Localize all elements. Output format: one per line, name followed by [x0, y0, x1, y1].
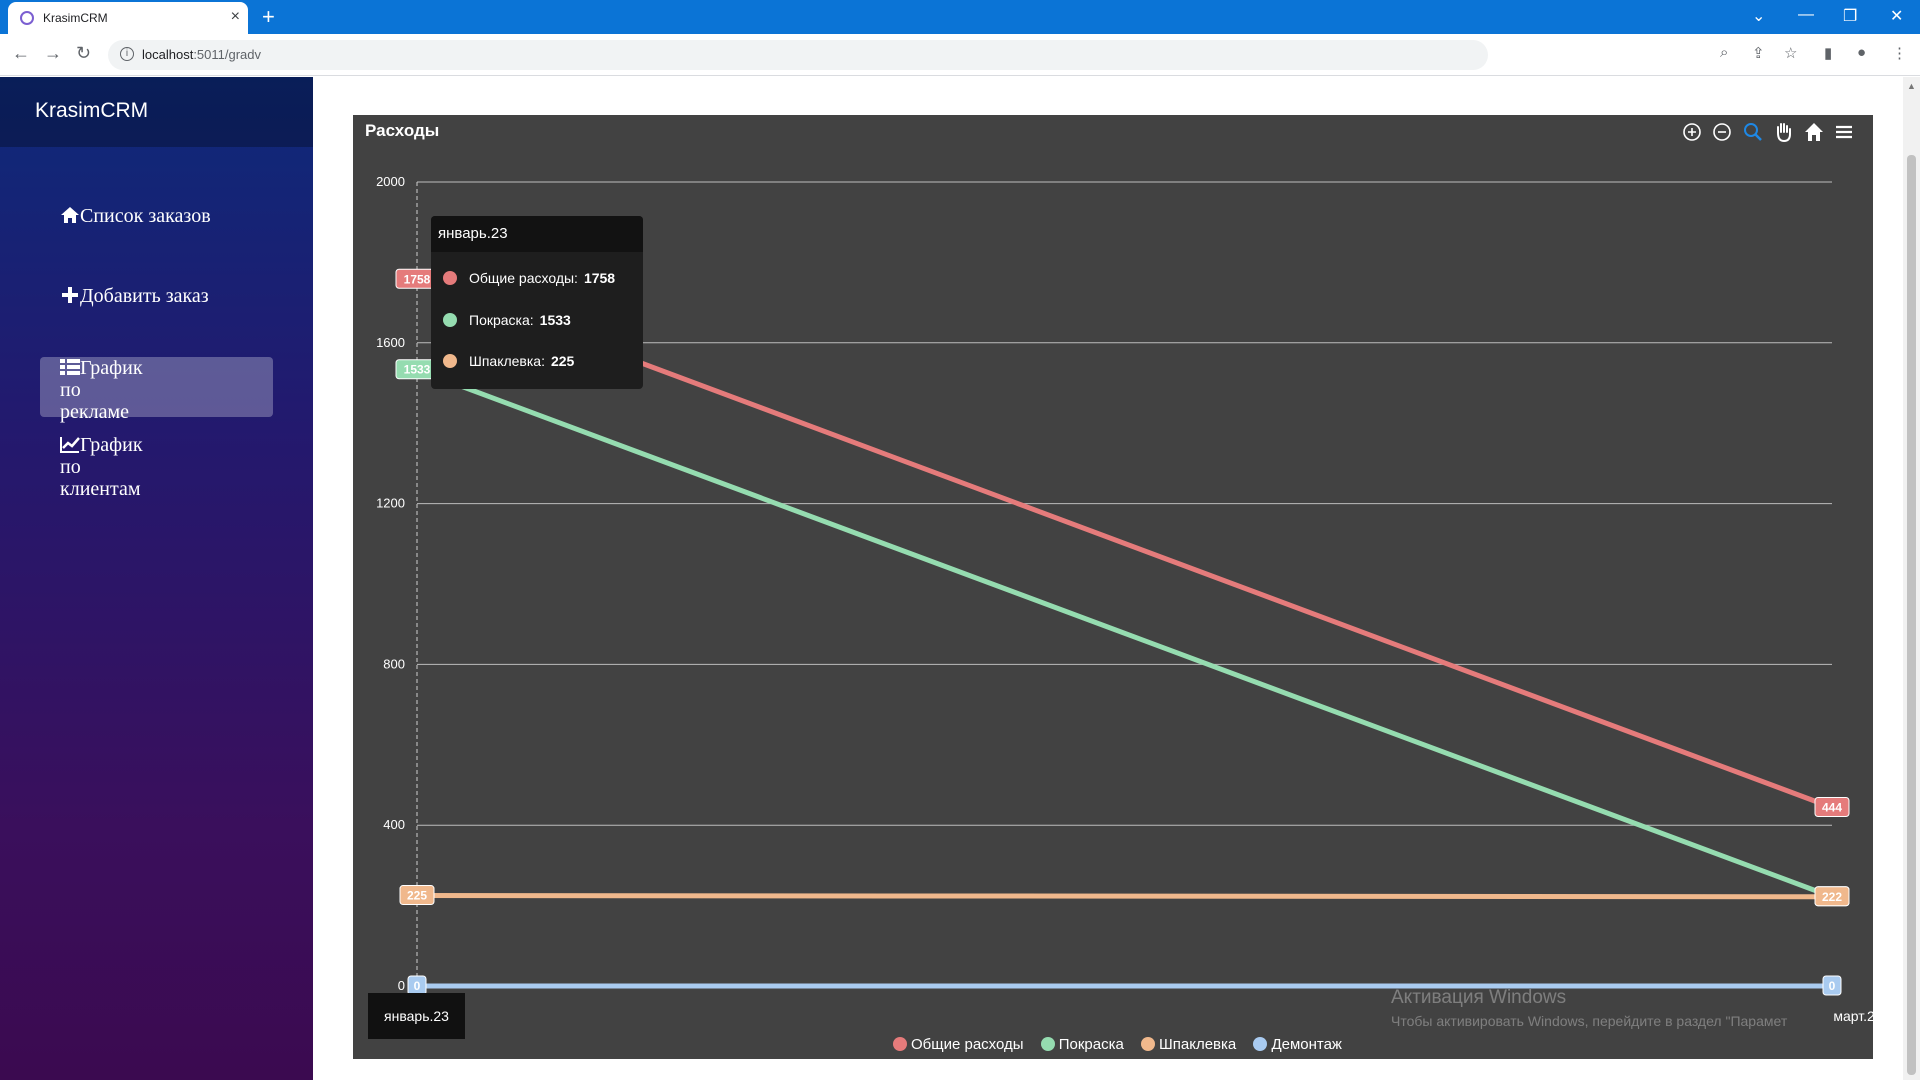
- series-dot-icon: [443, 354, 457, 368]
- data-label: 1758: [404, 272, 431, 286]
- data-label: 225: [407, 889, 427, 903]
- y-tick-label: 800: [383, 656, 405, 671]
- tooltip-label: Покраска:: [469, 312, 534, 328]
- watermark-title: Активация Windows: [1391, 987, 1567, 1008]
- series-line: [414, 367, 1835, 900]
- watermark-subtitle: Чтобы активировать Windows, перейдите в …: [1391, 1013, 1788, 1029]
- tooltip-header: январь.23: [431, 216, 643, 252]
- legend-label: Шпаклевка: [1159, 1036, 1237, 1053]
- tooltip-row: Покраска: 1533: [443, 312, 571, 328]
- data-label: 1533: [404, 363, 431, 377]
- legend-label: Покраска: [1058, 1036, 1124, 1053]
- legend-label: Общие расходы: [911, 1036, 1024, 1053]
- legend-item[interactable]: Шпаклевка: [1141, 1036, 1236, 1053]
- series-dot-icon: [443, 271, 457, 285]
- legend-marker-icon: [893, 1037, 907, 1051]
- legend-marker-icon: [1040, 1037, 1055, 1051]
- series-dot-icon: [443, 313, 457, 327]
- tooltip-label: Шпаклевка:: [469, 353, 545, 369]
- legend-marker-icon: [1141, 1037, 1156, 1051]
- series-line: [414, 893, 1835, 900]
- data-label: 0: [1829, 979, 1836, 993]
- y-tick-label: 1200: [376, 496, 405, 511]
- tooltip-value: 225: [550, 353, 575, 369]
- tooltip-value: 1533: [539, 312, 571, 328]
- tooltip-label: Общие расходы:: [469, 270, 578, 286]
- y-tick-label: 2000: [376, 174, 405, 189]
- windows-activation-watermark: Активация Windows Чтобы активировать Win…: [1391, 987, 1787, 1029]
- chart-tooltip: январь.23 Общие расходы: 1758 Покраска: 15…: [431, 216, 643, 389]
- data-label: 0: [414, 979, 421, 993]
- tooltip-row: Шпаклевка: 225: [443, 353, 574, 369]
- chart-legend: Общие расходы Покраска Шпаклевка Демонта…: [893, 1036, 1355, 1053]
- legend-item[interactable]: Общие расходы: [893, 1036, 1024, 1053]
- x-tick-label: март.23: [1833, 1008, 1882, 1024]
- legend-item[interactable]: Демонтаж: [1253, 1036, 1342, 1053]
- legend-marker-icon: [1253, 1037, 1268, 1051]
- legend-item[interactable]: Покраска: [1040, 1036, 1124, 1053]
- data-label: 444: [1822, 801, 1842, 815]
- tooltip-row: Общие расходы: 1758: [443, 270, 615, 286]
- legend-label: Демонтаж: [1271, 1036, 1342, 1053]
- line-chart: 0 400 800 1200 1600 2000 март.23 1758 444 1533 222…: [376, 174, 1883, 1024]
- y-tick-label: 400: [383, 817, 405, 832]
- x-axis-tooltip: январь.23: [368, 993, 465, 1039]
- y-tick-label: 0: [398, 978, 405, 993]
- tooltip-value: 1758: [583, 270, 616, 286]
- y-tick-label: 1600: [376, 335, 405, 350]
- data-label: 222: [1822, 890, 1842, 904]
